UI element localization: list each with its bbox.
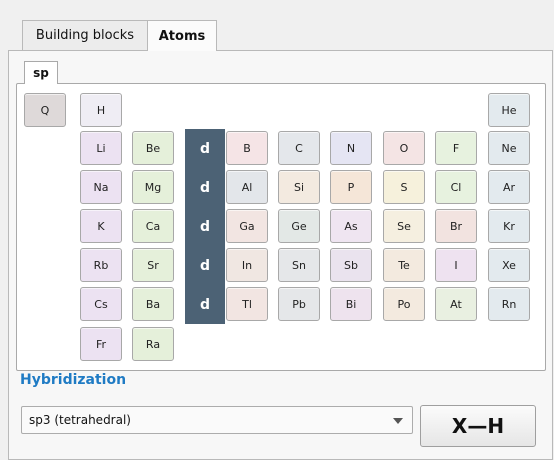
tab-label: sp [33, 66, 49, 80]
element-button-po[interactable]: Po [383, 287, 425, 321]
element-button-f[interactable]: F [435, 131, 477, 165]
element-button-he[interactable]: He [488, 93, 530, 127]
add-hydrogen-label: X—H [451, 414, 505, 438]
element-button-k[interactable]: K [80, 209, 122, 243]
element-button-br[interactable]: Br [435, 209, 477, 243]
tab-building-blocks[interactable]: Building blocks [22, 20, 148, 50]
add-hydrogen-button[interactable]: X—H [420, 405, 536, 447]
element-button-p[interactable]: P [330, 170, 372, 204]
element-button-se[interactable]: Se [383, 209, 425, 243]
tab-atoms[interactable]: Atoms [147, 20, 217, 51]
element-button-pb[interactable]: Pb [278, 287, 320, 321]
d-block-button[interactable]: d [185, 168, 225, 207]
element-button-at[interactable]: At [435, 287, 477, 321]
element-button-h[interactable]: H [80, 93, 122, 127]
element-button-rb[interactable]: Rb [80, 248, 122, 282]
element-button-al[interactable]: Al [226, 170, 268, 204]
element-button-sn[interactable]: Sn [278, 248, 320, 282]
element-button-ge[interactable]: Ge [278, 209, 320, 243]
element-button-cl[interactable]: Cl [435, 170, 477, 204]
element-button-o[interactable]: O [383, 131, 425, 165]
element-button-xe[interactable]: Xe [488, 248, 530, 282]
element-button-i[interactable]: I [435, 248, 477, 282]
element-button-ra[interactable]: Ra [132, 327, 174, 361]
element-button-tl[interactable]: Tl [226, 287, 268, 321]
element-button-bi[interactable]: Bi [330, 287, 372, 321]
element-button-s[interactable]: S [383, 170, 425, 204]
element-button-n[interactable]: N [330, 131, 372, 165]
d-block-button[interactable]: d [185, 246, 225, 285]
hybridization-label: Hybridization [20, 372, 127, 388]
element-button-c[interactable]: C [278, 131, 320, 165]
d-block-button[interactable]: d [185, 207, 225, 246]
element-button-ga[interactable]: Ga [226, 209, 268, 243]
element-button-be[interactable]: Be [132, 131, 174, 165]
element-button-na[interactable]: Na [80, 170, 122, 204]
element-button-ba[interactable]: Ba [132, 287, 174, 321]
element-button-fr[interactable]: Fr [80, 327, 122, 361]
chevron-down-icon [393, 418, 403, 424]
d-block-button[interactable]: d [185, 129, 225, 168]
element-button-te[interactable]: Te [383, 248, 425, 282]
element-button-li[interactable]: Li [80, 131, 122, 165]
element-button-rn[interactable]: Rn [488, 287, 530, 321]
element-button-ne[interactable]: Ne [488, 131, 530, 165]
element-button-as[interactable]: As [330, 209, 372, 243]
tab-label: Atoms [158, 28, 206, 44]
hybridization-value: sp3 (tetrahedral) [29, 413, 131, 427]
hybridization-select[interactable]: sp3 (tetrahedral) [21, 406, 413, 434]
element-button-kr[interactable]: Kr [488, 209, 530, 243]
element-button-in[interactable]: In [226, 248, 268, 282]
element-button-ar[interactable]: Ar [488, 170, 530, 204]
element-button-sb[interactable]: Sb [330, 248, 372, 282]
tab-sp[interactable]: sp [24, 61, 58, 84]
element-button-sr[interactable]: Sr [132, 248, 174, 282]
element-button-si[interactable]: Si [278, 170, 320, 204]
element-button-cs[interactable]: Cs [80, 287, 122, 321]
element-button-mg[interactable]: Mg [132, 170, 174, 204]
element-button-ca[interactable]: Ca [132, 209, 174, 243]
tab-label: Building blocks [35, 28, 135, 43]
element-button-q[interactable]: Q [24, 93, 66, 127]
element-button-b[interactable]: B [226, 131, 268, 165]
d-block-button[interactable]: d [185, 285, 225, 324]
